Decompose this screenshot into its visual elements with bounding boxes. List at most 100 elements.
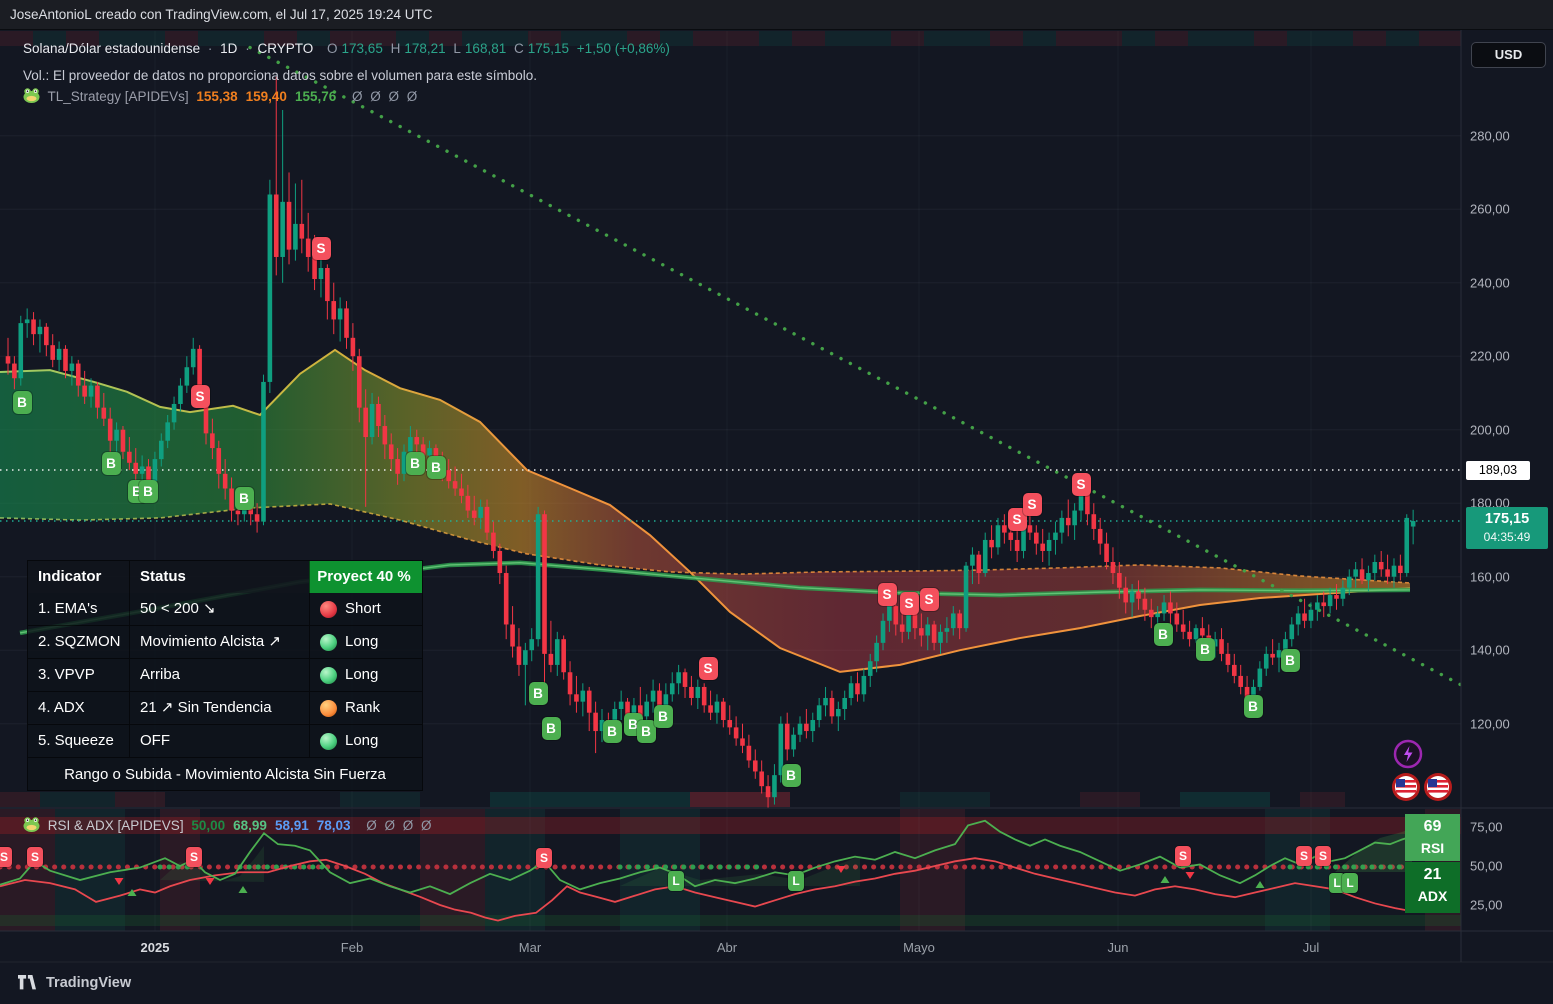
sell-signal-badge: S <box>920 588 939 611</box>
sell-signal-badge: S <box>1315 846 1331 866</box>
sell-signal-badge: S <box>0 847 12 867</box>
buy-signal-badge: L <box>788 871 804 891</box>
price-axis-label: 120,00 <box>1470 716 1510 731</box>
buy-signal-badge: B <box>13 391 32 414</box>
indicator-status-table: Indicator Status Proyect 40 % 1. EMA's50… <box>27 560 423 791</box>
exchange: CRYPTO <box>257 41 313 56</box>
col-status: Status <box>129 561 309 593</box>
change-value: +1,50 (+0,86%) <box>577 41 670 56</box>
bar-countdown: 04:35:49 <box>1466 529 1548 545</box>
signal-dot-icon <box>320 667 337 684</box>
time-axis-label: 2025 <box>141 940 170 955</box>
table-row: 2. SQZMONMovimiento Alcista ↗Long <box>28 625 422 658</box>
price-axis-label: 140,00 <box>1470 643 1510 658</box>
legend-value: 58,91 <box>275 818 309 833</box>
rsi-axis-label: 25,00 <box>1470 898 1503 913</box>
buy-signal-badge: B <box>139 480 158 503</box>
sell-signal-badge: S <box>1072 473 1091 496</box>
legend-value: 159,40 <box>246 89 287 104</box>
buy-signal-badge: B <box>427 456 446 479</box>
buy-signal-badge: B <box>1196 638 1215 661</box>
legend-value: 155,38 <box>196 89 237 104</box>
tradingview-logo[interactable]: TradingView <box>18 972 131 994</box>
rsi-axis-label: 50,00 <box>1470 859 1503 874</box>
indicator-signal: Long <box>309 626 422 658</box>
indicator-signal: Long <box>309 725 422 757</box>
buy-signal-badge: B <box>406 452 425 475</box>
rsi-indicator-name[interactable]: RSI & ADX [APIDEVS] <box>48 818 184 833</box>
title-bar: JoseAntonioL creado con TradingView.com,… <box>0 0 1553 30</box>
signal-dot-icon <box>320 634 337 651</box>
legend-value: 50,00 <box>191 818 225 833</box>
rsi-empty-values: Ø Ø Ø Ø <box>366 818 433 833</box>
alert-price-label[interactable]: 189,03 <box>1466 461 1530 480</box>
indicator-name: 4. ADX <box>28 692 129 724</box>
price-axis-label: 220,00 <box>1470 349 1510 364</box>
legend-value: 155,76 <box>295 89 336 104</box>
table-footer: Rango o Subida - Movimiento Alcista Sin … <box>28 757 422 790</box>
buy-signal-badge: B <box>1154 623 1173 646</box>
buy-signal-badge: B <box>542 717 561 740</box>
buy-signal-badge: L <box>668 871 684 891</box>
indicator-name: 2. SQZMON <box>28 626 129 658</box>
indicator-name: 5. Squeeze <box>28 725 129 757</box>
indicator-status: 50 < 200 ↘ <box>129 593 309 625</box>
legend-value: 68,99 <box>233 818 267 833</box>
signal-dot-icon <box>320 601 337 618</box>
time-axis-label: Feb <box>341 940 363 955</box>
frog-icon <box>23 88 40 106</box>
buy-signal-badge: B <box>102 452 121 475</box>
adx-value-badge: 21 ADX <box>1405 862 1460 913</box>
price-axis-label: 280,00 <box>1470 128 1510 143</box>
last-price-value: 175,15 <box>1466 509 1548 529</box>
sell-signal-badge: S <box>1175 846 1191 866</box>
sell-signal-badge: S <box>191 385 210 408</box>
us-flag-event-icons[interactable] <box>1390 770 1456 809</box>
signal-dot-icon <box>320 733 337 750</box>
interval[interactable]: 1D <box>220 41 237 56</box>
price-axis-label: 160,00 <box>1470 569 1510 584</box>
last-price-label: 175,15 04:35:49 <box>1466 507 1548 549</box>
indicator-status: 21 ↗ Sin Tendencia <box>129 692 309 724</box>
sell-signal-badge: S <box>27 847 43 867</box>
sell-signal-badge: S <box>699 657 718 680</box>
sell-signal-badge: S <box>312 237 331 260</box>
strategy-empty-values: Ø Ø Ø Ø <box>352 89 419 104</box>
indicator-signal: Rank <box>309 692 422 724</box>
tradingview-window: JoseAntonioL creado con TradingView.com,… <box>0 0 1553 1004</box>
buy-signal-badge: L <box>1342 873 1358 893</box>
strategy-name[interactable]: TL_Strategy [APIDEVs] <box>48 89 189 104</box>
sell-signal-badge: S <box>878 583 897 606</box>
sell-signal-badge: S <box>1023 493 1042 516</box>
indicator-status: Arriba <box>129 659 309 691</box>
usd-currency-button[interactable]: USD <box>1471 42 1546 68</box>
sell-signal-badge: S <box>1296 846 1312 866</box>
indicator-name: 1. EMA's <box>28 593 129 625</box>
buy-signal-badge: B <box>782 764 801 787</box>
indicator-signal: Long <box>309 659 422 691</box>
open-value: 173,65 <box>342 41 383 56</box>
indicator-status: OFF <box>129 725 309 757</box>
time-axis-label: Jul <box>1303 940 1320 955</box>
low-value: 168,81 <box>465 41 506 56</box>
table-body: 1. EMA's50 < 200 ↘Short2. SQZMONMovimien… <box>28 593 422 757</box>
signal-dot-icon <box>320 700 337 717</box>
table-header-row: Indicator Status Proyect 40 % <box>28 561 422 593</box>
time-axis-label: Mar <box>519 940 541 955</box>
strategy-values: 155,38 159,40 155,76 <box>196 89 344 104</box>
buy-signal-badge: B <box>1244 695 1263 718</box>
indicator-status: Movimiento Alcista ↗ <box>129 626 309 658</box>
table-row: 5. SqueezeOFFLong <box>28 724 422 757</box>
price-axis-label: 200,00 <box>1470 422 1510 437</box>
rsi-value-badge: 69 RSI <box>1405 814 1460 861</box>
legend-value: 78,03 <box>317 818 351 833</box>
buy-signal-badge: B <box>235 487 254 510</box>
buy-signal-badge: B <box>603 720 622 743</box>
sell-signal-badge: S <box>186 847 202 867</box>
symbol-name[interactable]: Solana/Dólar estadounidense <box>23 41 200 56</box>
table-row: 1. EMA's50 < 200 ↘Short <box>28 593 422 625</box>
price-axis-label: 240,00 <box>1470 275 1510 290</box>
brand-name: TradingView <box>46 975 131 991</box>
volume-note: Vol.: El proveedor de datos no proporcio… <box>23 68 537 83</box>
col-proyect: Proyect 40 % <box>309 561 422 593</box>
